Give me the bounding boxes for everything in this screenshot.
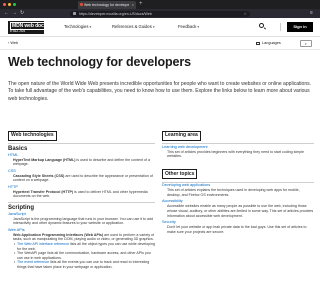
css-strong: Cascading Style Sheets (CSS)	[13, 173, 65, 178]
close-window-icon[interactable]	[3, 3, 6, 6]
learning-description: This set of articles provides beginners …	[167, 149, 305, 159]
browser-toolbar: ← → ↻ https://developer.mozilla.org/en-U…	[0, 9, 320, 18]
intro-paragraph: The open nature of the World Wide Web pr…	[8, 81, 312, 102]
chevron-down-icon: ▾	[89, 25, 92, 29]
learning-area-heading: Learning area	[162, 130, 201, 141]
languages-button[interactable]: Languages	[262, 40, 281, 47]
list-item: The WebAPI page lists all the communicat…	[8, 251, 155, 260]
mdn-logo[interactable]: MDN web docs moz://a	[8, 21, 49, 34]
topic-description: This set of articles explains the techni…	[167, 188, 300, 197]
section-heading: Web technologies	[8, 130, 57, 141]
tab-close-icon[interactable]: ×	[132, 1, 134, 9]
divider	[162, 181, 314, 183]
api-reference-link[interactable]: The Web API interface reference	[17, 242, 69, 246]
language-icon	[256, 42, 260, 45]
basics-heading: Basics	[8, 145, 28, 152]
reload-button[interactable]: ↻	[20, 10, 24, 17]
topic-description: Don't let your website or app leak priva…	[167, 225, 307, 234]
mozilla-logo-text: moz://a	[10, 28, 25, 33]
url-text: https://developer.mozilla.org/en-US/docs…	[79, 11, 152, 16]
list-item: The event reference lists all the events…	[8, 260, 155, 269]
nav-references-guides[interactable]: References & Guides▾	[112, 24, 155, 30]
header-divider	[280, 23, 281, 31]
search-icon[interactable]	[259, 23, 264, 28]
site-header: MDN web docs moz://a Technologies▾ Refer…	[0, 18, 320, 37]
nav-label: Feedback	[178, 24, 197, 29]
nav-technologies[interactable]: Technologies▾	[64, 24, 91, 30]
list-item: The Web API interface reference lists al…	[8, 242, 155, 251]
favicon-icon	[80, 3, 83, 6]
css-description: Cascading Style Sheets (CSS) are used to…	[8, 174, 155, 183]
tab-title: Web technology for develope	[84, 3, 130, 7]
other-topics-heading: Other topics	[162, 169, 198, 180]
browser-tab[interactable]: Web technology for develope ×	[78, 1, 136, 9]
theme-toggle-button[interactable]: ◐	[300, 40, 312, 47]
address-bar[interactable]: https://developer.mozilla.org/en-US/docs…	[70, 10, 250, 17]
http-description: Hypertext Transfer Protocol (HTTP) is us…	[8, 190, 155, 199]
web-apis-description: Web Application Programming Interfaces (…	[8, 233, 155, 242]
web-apis-strong: Web Application Programming Interfaces (…	[13, 232, 104, 237]
list-item-text: The WebAPI page lists all the communicat…	[17, 251, 151, 260]
web-technologies-column: Web technologies Basics HTML HyperText M…	[8, 123, 155, 270]
lock-icon	[73, 12, 76, 15]
browser-tab-bar: Web technology for develope × +	[0, 0, 320, 9]
divider	[8, 143, 155, 144]
back-button[interactable]: ←	[4, 10, 9, 17]
minimize-window-icon[interactable]	[8, 3, 11, 6]
nav-label: Technologies	[64, 24, 89, 29]
topics-column: Learning area Learning web development T…	[162, 123, 314, 234]
event-reference-link[interactable]: The event reference	[17, 260, 49, 264]
http-strong: Hypertext Transfer Protocol (HTTP)	[13, 189, 74, 194]
breadcrumb-bar: ‹ Web Languages ◐	[0, 37, 320, 50]
topic-description: Accessible websites enable as many peopl…	[167, 204, 314, 218]
maximize-window-icon[interactable]	[13, 3, 16, 6]
breadcrumb[interactable]: ‹ Web	[8, 40, 18, 47]
bookmark-star-icon[interactable]: ☆	[243, 11, 247, 17]
nav-label: References & Guides	[112, 24, 152, 29]
sign-in-button[interactable]: Sign in	[287, 22, 313, 32]
menu-icon[interactable]: ≡	[310, 10, 313, 17]
nav-feedback[interactable]: Feedback▾	[178, 24, 199, 30]
divider	[8, 202, 155, 203]
forward-button[interactable]: →	[12, 10, 17, 17]
chevron-down-icon: ▾	[197, 25, 200, 29]
divider	[162, 143, 314, 144]
scripting-heading: Scripting	[8, 204, 35, 211]
new-tab-button[interactable]: +	[139, 0, 143, 9]
page-title: Web technology for developers	[8, 55, 192, 69]
html-description: HyperText Markup Language (HTML) is used…	[8, 158, 155, 167]
javascript-description: JavaScript is the programming language t…	[13, 216, 154, 226]
html-strong: HyperText Markup Language (HTML)	[13, 157, 76, 162]
chevron-down-icon: ▾	[152, 25, 155, 29]
